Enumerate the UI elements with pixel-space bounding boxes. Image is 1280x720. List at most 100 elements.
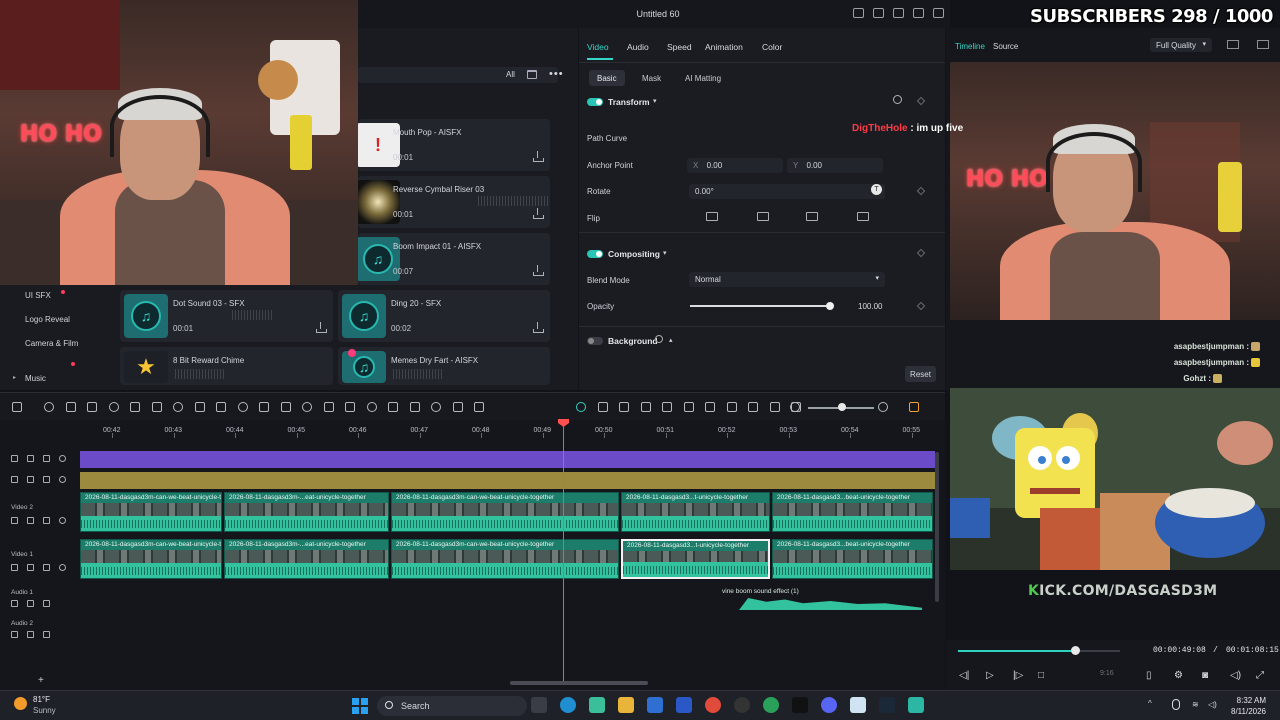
rotate-right-icon[interactable] — [806, 212, 818, 221]
timeline-vscroll[interactable] — [935, 452, 939, 602]
play-icon[interactable]: ▷ — [986, 670, 994, 681]
flip-horizontal-icon[interactable] — [706, 212, 718, 221]
transform-toggle[interactable] — [587, 98, 603, 106]
copilot-icon[interactable] — [589, 697, 605, 713]
quality-select[interactable]: Full Quality ▾ — [1150, 38, 1212, 52]
render-icon[interactable]: ▯ — [1146, 670, 1152, 681]
snapshot-icon[interactable] — [1227, 40, 1239, 49]
keyframe-icon[interactable] — [916, 301, 926, 311]
mute-icon[interactable] — [27, 564, 34, 571]
download-icon[interactable] — [533, 151, 544, 162]
help-icon[interactable] — [655, 335, 663, 343]
magnet-icon[interactable] — [597, 402, 608, 412]
chrome-profile-icon[interactable] — [763, 697, 779, 713]
anchor-x-field[interactable]: X 0.00 — [687, 158, 783, 173]
camera-icon[interactable]: ◙ — [1202, 670, 1208, 681]
tab-timeline-preview[interactable]: Timeline — [955, 42, 985, 51]
opacity-slider-knob[interactable] — [826, 302, 834, 310]
rotate-left-icon[interactable] — [857, 212, 869, 221]
weather-temp[interactable]: 81°F — [33, 695, 50, 704]
sound-card[interactable]: ♫ Ding 20 - SFX 00:02 — [338, 290, 550, 342]
tab-color[interactable]: Color — [762, 42, 782, 52]
mic-icon[interactable] — [1172, 699, 1180, 710]
rotate-field[interactable]: 0.00° — [689, 184, 885, 199]
link-icon[interactable] — [43, 455, 50, 462]
subtab-ai-matting[interactable]: AI Matting — [677, 70, 729, 86]
link-icon[interactable] — [43, 517, 50, 524]
sound-card[interactable]: ♫ Memes Dry Fart - AISFX — [338, 347, 550, 385]
redo-icon[interactable] — [87, 402, 97, 412]
tab-audio[interactable]: Audio — [627, 42, 649, 52]
link-icon[interactable] — [43, 564, 50, 571]
edge-icon[interactable] — [560, 697, 576, 713]
sound-card[interactable]: ! Mouth Pop - AISFX 00:01 — [356, 119, 550, 171]
eye-icon[interactable] — [59, 476, 66, 483]
background-toggle[interactable] — [587, 337, 603, 345]
expand-arrow-icon[interactable]: ▸ — [13, 374, 16, 381]
replace-icon[interactable] — [662, 402, 672, 412]
speed-icon[interactable] — [216, 402, 226, 412]
volume-icon[interactable]: ◁) — [1230, 670, 1241, 681]
mute-icon[interactable] — [27, 600, 34, 607]
category-camera-film[interactable]: Camera & Film — [25, 339, 78, 348]
opacity-value[interactable]: 100.00 — [858, 302, 882, 311]
undo-icon[interactable] — [65, 402, 76, 412]
weather-condition[interactable]: Sunny — [33, 706, 56, 715]
chevron-down-icon[interactable]: ▾ — [663, 249, 667, 257]
timer-icon[interactable] — [237, 402, 248, 412]
zoom-slider-knob[interactable] — [838, 403, 847, 411]
task-view-icon[interactable] — [531, 697, 547, 713]
timeline-clip[interactable]: 2026-08-11-dasgasd3m-can-we-beat-unicycl… — [391, 492, 619, 532]
prev-frame-icon[interactable]: ◁| — [959, 670, 969, 681]
lock-icon[interactable] — [11, 631, 18, 638]
fullscreen-icon[interactable] — [1257, 40, 1269, 49]
mute-icon[interactable] — [27, 631, 34, 638]
time-ruler[interactable]: 00:42 00:43 00:44 00:45 00:46 00:47 00:48 00:49… — [80, 420, 935, 438]
chevron-down-icon[interactable]: ▾ — [653, 97, 657, 105]
lock-icon[interactable] — [11, 476, 18, 483]
layout-icon[interactable] — [12, 402, 22, 412]
timeline-hscroll[interactable] — [510, 681, 648, 685]
lock-icon[interactable] — [11, 517, 18, 524]
category-music[interactable]: Music — [25, 374, 46, 383]
store-icon[interactable] — [647, 697, 663, 713]
playhead[interactable] — [563, 422, 564, 684]
mute-icon[interactable] — [27, 517, 34, 524]
chevron-up-icon[interactable]: ▴ — [669, 336, 673, 344]
timeline-clip[interactable]: 2026-08-11-dasgasd3...t-unicycle-togethe… — [621, 492, 770, 532]
reset-button[interactable]: Reset — [905, 366, 936, 382]
keyframe-icon[interactable] — [916, 248, 926, 258]
filmora-icon[interactable] — [908, 697, 924, 713]
zoom-out-icon[interactable] — [790, 402, 800, 412]
tab-animation[interactable]: Animation — [705, 42, 743, 52]
lock-icon[interactable] — [11, 600, 18, 607]
keyframe-icon[interactable] — [259, 402, 269, 412]
clock[interactable]: 8:32 AM 8/11/2026 — [1231, 695, 1266, 717]
volume-icon[interactable]: ◁) — [1208, 700, 1217, 709]
track-manage-icon[interactable] — [619, 402, 629, 412]
audio-meter-icon[interactable] — [909, 402, 919, 412]
multicam-icon[interactable] — [769, 402, 780, 412]
sound-card[interactable]: ♫ Boom Impact 01 - AISFX 00:07 — [356, 233, 550, 285]
ai-cut-icon[interactable] — [323, 402, 334, 412]
send-icon[interactable] — [853, 8, 864, 18]
filter-icon[interactable] — [527, 70, 537, 79]
image-icon[interactable] — [873, 8, 884, 18]
mic-icon[interactable] — [726, 402, 737, 412]
discord-icon[interactable] — [821, 697, 837, 713]
weather-sun-icon[interactable] — [14, 697, 27, 710]
file-explorer-icon[interactable] — [618, 697, 634, 713]
tab-source-preview[interactable]: Source — [993, 42, 1018, 51]
delete-icon[interactable] — [108, 402, 119, 412]
download-icon[interactable] — [533, 322, 544, 333]
account-icon[interactable] — [933, 8, 944, 18]
link-icon[interactable] — [43, 631, 50, 638]
playback-knob[interactable] — [1070, 646, 1080, 655]
reset-transform-icon[interactable] — [893, 95, 902, 104]
lock-icon[interactable] — [11, 455, 18, 462]
eye-icon[interactable] — [59, 517, 66, 524]
add-track-icon[interactable]: + — [38, 675, 44, 686]
select-icon[interactable] — [44, 402, 54, 412]
transform-icon[interactable] — [280, 402, 291, 412]
tab-speed[interactable]: Speed — [667, 42, 692, 52]
